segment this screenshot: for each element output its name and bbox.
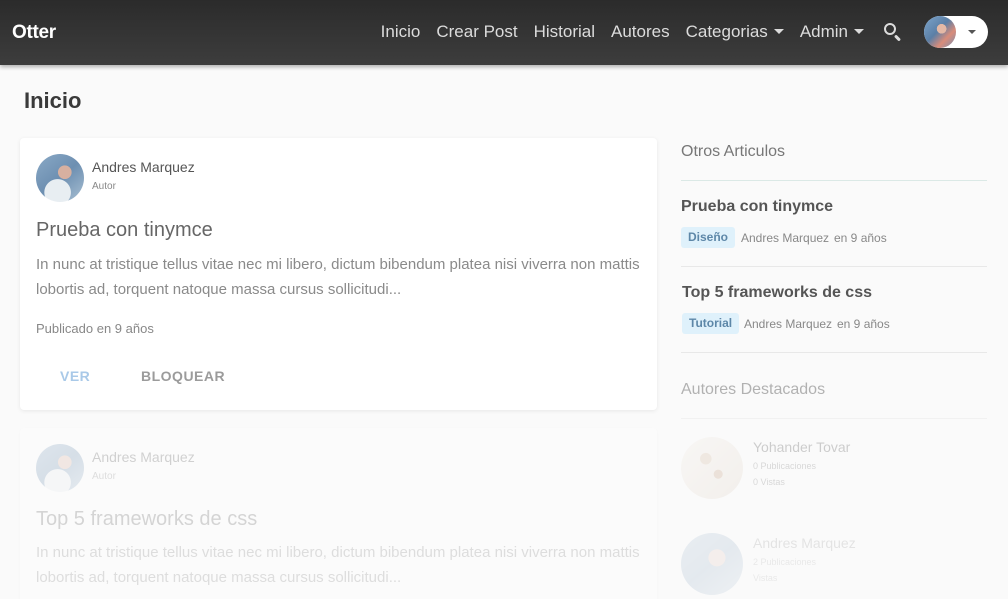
featured-author-name: Andres Marquez [753,535,856,551]
chevron-down-icon [773,28,784,34]
post-title[interactable]: Top 5 frameworks de css [36,508,257,531]
author-name[interactable]: Andres Marquez [92,159,195,175]
post-title[interactable]: Prueba con tinymce [36,219,213,242]
featured-author-views: 0 Vistas [753,477,785,487]
author-name[interactable]: Andres Marquez [92,449,195,465]
brand-logo[interactable]: Otter [12,22,56,44]
article-time: en 9 años [834,231,887,245]
article-title[interactable]: Top 5 frameworks de css [682,284,872,302]
post-excerpt: In nunc at tristique tellus vitae nec mi… [36,256,640,298]
nav-crear-post[interactable]: Crear Post [436,22,517,42]
featured-authors-heading: Autores Destacados [681,381,826,398]
category-tag[interactable]: Diseño [681,227,736,248]
avatar [681,437,743,499]
other-articles-heading: Otros Articulos [681,143,786,160]
nav-categorias-label: Categorias [685,22,768,41]
search-icon[interactable] [882,21,904,43]
avatar[interactable] [36,154,84,202]
user-menu-button[interactable] [924,16,988,48]
chevron-down-icon [854,28,864,34]
nav-admin-label: Admin [799,22,848,41]
view-button[interactable]: VER [60,368,90,384]
navbar: Otter Inicio Crear Post Historial Autore… [0,0,1008,65]
post-excerpt: In nunc at tristique tellus vitae nec mi… [36,544,640,586]
author-role: Autor [92,181,116,192]
divider [681,266,987,267]
post-card: Andres Marquez Autor Prueba con tinymce … [20,138,657,410]
chevron-down-icon [968,30,976,34]
avatar [681,533,743,595]
category-tag[interactable]: Tutorial [682,313,740,334]
nav-historial[interactable]: Historial [534,22,595,42]
nav-autores[interactable]: Autores [611,22,670,42]
featured-author-posts: 2 Publicaciones [753,557,817,567]
featured-author-name: Yohander Tovar [753,439,851,455]
nav-inicio[interactable]: Inicio [381,22,421,42]
article-title[interactable]: Prueba con tinymce [681,198,833,216]
nav-links: Inicio Crear Post Historial Autores Cate… [381,16,988,48]
nav-admin-dropdown[interactable]: Admin [800,22,864,42]
featured-author-posts: 0 Publicaciones [753,461,817,471]
divider [681,180,987,181]
page-title: Inicio [24,88,82,113]
article-author: Andres Marquez [741,231,830,245]
featured-author[interactable]: Yohander Tovar 0 Publicaciones 0 Vistas [681,437,981,507]
author-role: Autor [92,471,116,482]
featured-author-views: Vistas [753,573,778,583]
block-button[interactable]: BLOQUEAR [141,368,225,384]
article-time: en 9 años [837,317,890,331]
divider [681,352,987,353]
post-date: Publicado en 9 años [36,321,154,336]
post-card: Andres Marquez Autor Top 5 frameworks de… [20,428,657,599]
nav-categorias-dropdown[interactable]: Categorias [686,22,784,42]
divider [681,418,987,419]
avatar[interactable] [36,444,84,492]
avatar [924,16,956,48]
featured-author[interactable]: Andres Marquez 2 Publicaciones Vistas [681,533,981,599]
article-author: Andres Marquez [744,317,833,331]
